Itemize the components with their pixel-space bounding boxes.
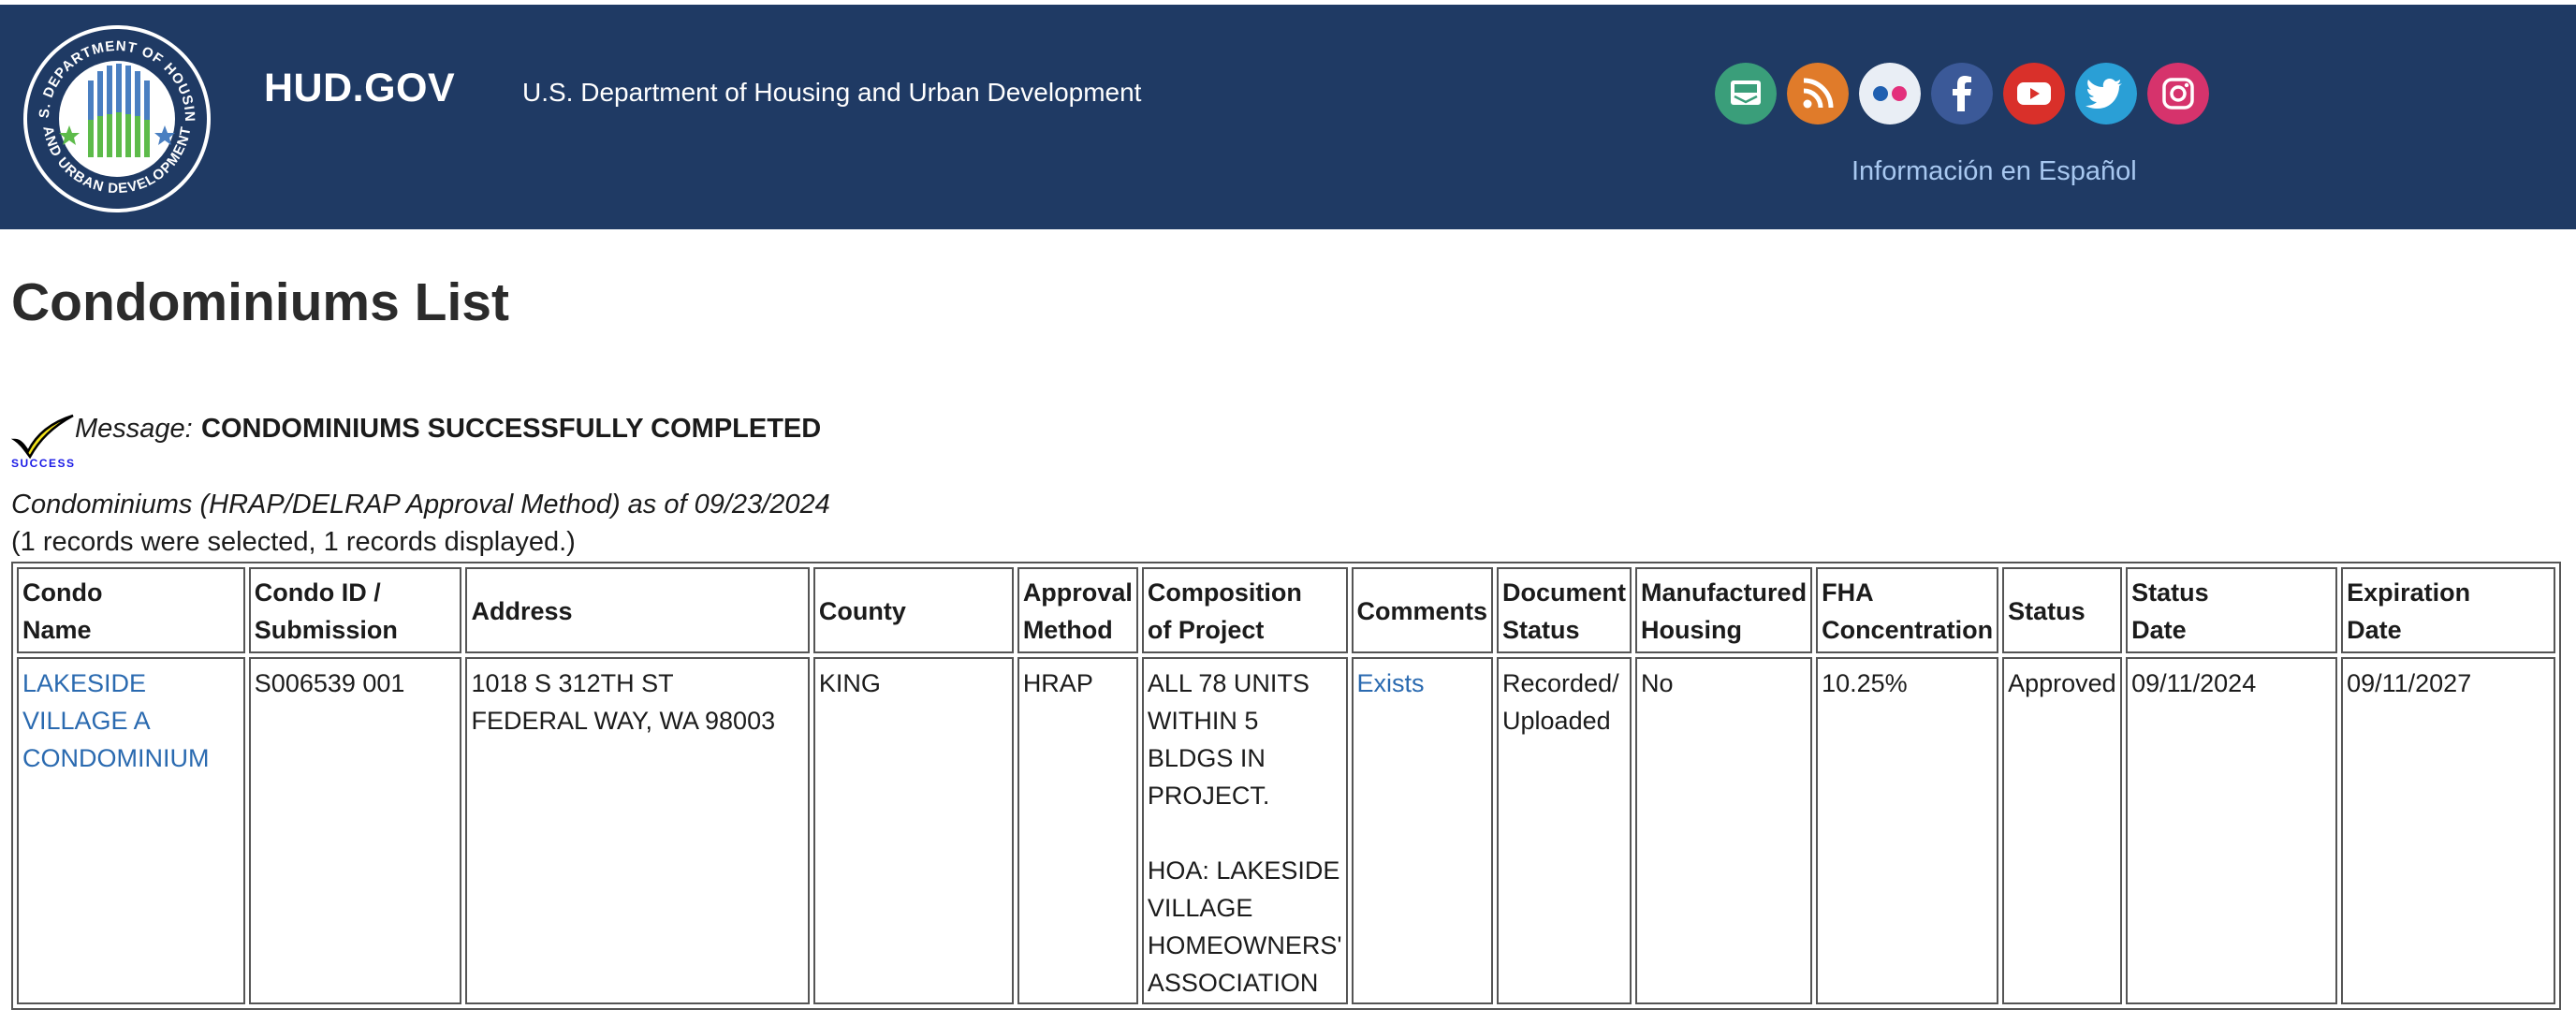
cell-status-date: 09/11/2024 (2126, 657, 2338, 1004)
header-status-date[interactable]: Status Date (2126, 567, 2338, 653)
email-icon[interactable] (1715, 63, 1777, 124)
cell-manufactured-housing: No (1635, 657, 1813, 1004)
cell-fha-concentration: 10.25% (1816, 657, 1999, 1004)
header-composition[interactable]: Composition of Project (1141, 567, 1348, 653)
page-title: Condominiums List (11, 272, 509, 332)
message-text: CONDOMINIUMS SUCCESSFULLY COMPLETED (201, 414, 822, 444)
cell-approval-method: HRAP (1017, 657, 1138, 1004)
header-comments[interactable]: Comments (1351, 567, 1494, 653)
header-expiration-date[interactable]: Expiration Date (2341, 567, 2555, 653)
site-name[interactable]: HUD.GOV (264, 66, 455, 111)
cell-composition: ALL 78 UNITS WITHIN 5 BLDGS IN PROJECT. … (1141, 657, 1348, 1004)
spanish-info-link[interactable]: Información en Español (1852, 156, 2137, 187)
cell-status: Approved (2002, 657, 2123, 1004)
header-approval-method[interactable]: Approval Method (1017, 567, 1138, 653)
condo-name-link[interactable]: LAKESIDE VILLAGE A CONDOMINIUM (22, 669, 209, 772)
header-county[interactable]: County (812, 567, 1014, 653)
table-row: LAKESIDE VILLAGE A CONDOMINIUM S006539 0… (17, 657, 2555, 1004)
header-condo-name[interactable]: Condo Name (17, 567, 245, 653)
social-links (1715, 63, 2209, 126)
site-header: U.S. DEPARTMENT OF HOUSING AND URBAN DEV… (0, 5, 2576, 229)
message-label: Message: (75, 414, 193, 444)
success-badge: SUCCESS (11, 457, 76, 470)
comments-exists-link[interactable]: Exists (1357, 669, 1425, 697)
cell-comments: Exists (1351, 657, 1494, 1004)
records-selected-text: (1 records were selected, 1 records disp… (11, 527, 576, 557)
cell-condo-name: LAKESIDE VILLAGE A CONDOMINIUM (17, 657, 245, 1004)
agency-name: U.S. Department of Housing and Urban Dev… (522, 78, 1142, 107)
cell-address: 1018 S 312TH ST FEDERAL WAY, WA 98003 (465, 657, 810, 1004)
table-header-row: Condo Name Condo ID / Submission Address… (17, 567, 2555, 653)
facebook-icon[interactable] (1931, 63, 1993, 124)
header-address[interactable]: Address (465, 567, 810, 653)
header-condo-id[interactable]: Condo ID / Submission (248, 567, 462, 653)
header-fha-concentration[interactable]: FHA Concentration (1816, 567, 1999, 653)
success-check-icon: SUCCESS (11, 414, 76, 470)
rss-icon[interactable] (1787, 63, 1849, 124)
cell-expiration-date: 09/11/2027 (2341, 657, 2555, 1004)
cell-document-status: Recorded/ Uploaded (1497, 657, 1632, 1004)
header-manufactured-housing[interactable]: Manufactured Housing (1635, 567, 1813, 653)
flickr-icon[interactable] (1859, 63, 1921, 124)
cell-county: KING (812, 657, 1014, 1004)
twitter-icon[interactable] (2075, 63, 2137, 124)
header-status[interactable]: Status (2002, 567, 2123, 653)
hud-seal-logo[interactable]: U.S. DEPARTMENT OF HOUSING AND URBAN DEV… (21, 22, 213, 215)
cell-condo-id: S006539 001 (248, 657, 462, 1004)
header-document-status[interactable]: Document Status (1497, 567, 1632, 653)
as-of-caption: Condominiums (HRAP/DELRAP Approval Metho… (11, 490, 830, 519)
youtube-icon[interactable] (2003, 63, 2065, 124)
instagram-icon[interactable] (2147, 63, 2209, 124)
condominiums-table: Condo Name Condo ID / Submission Address… (11, 562, 2561, 1010)
